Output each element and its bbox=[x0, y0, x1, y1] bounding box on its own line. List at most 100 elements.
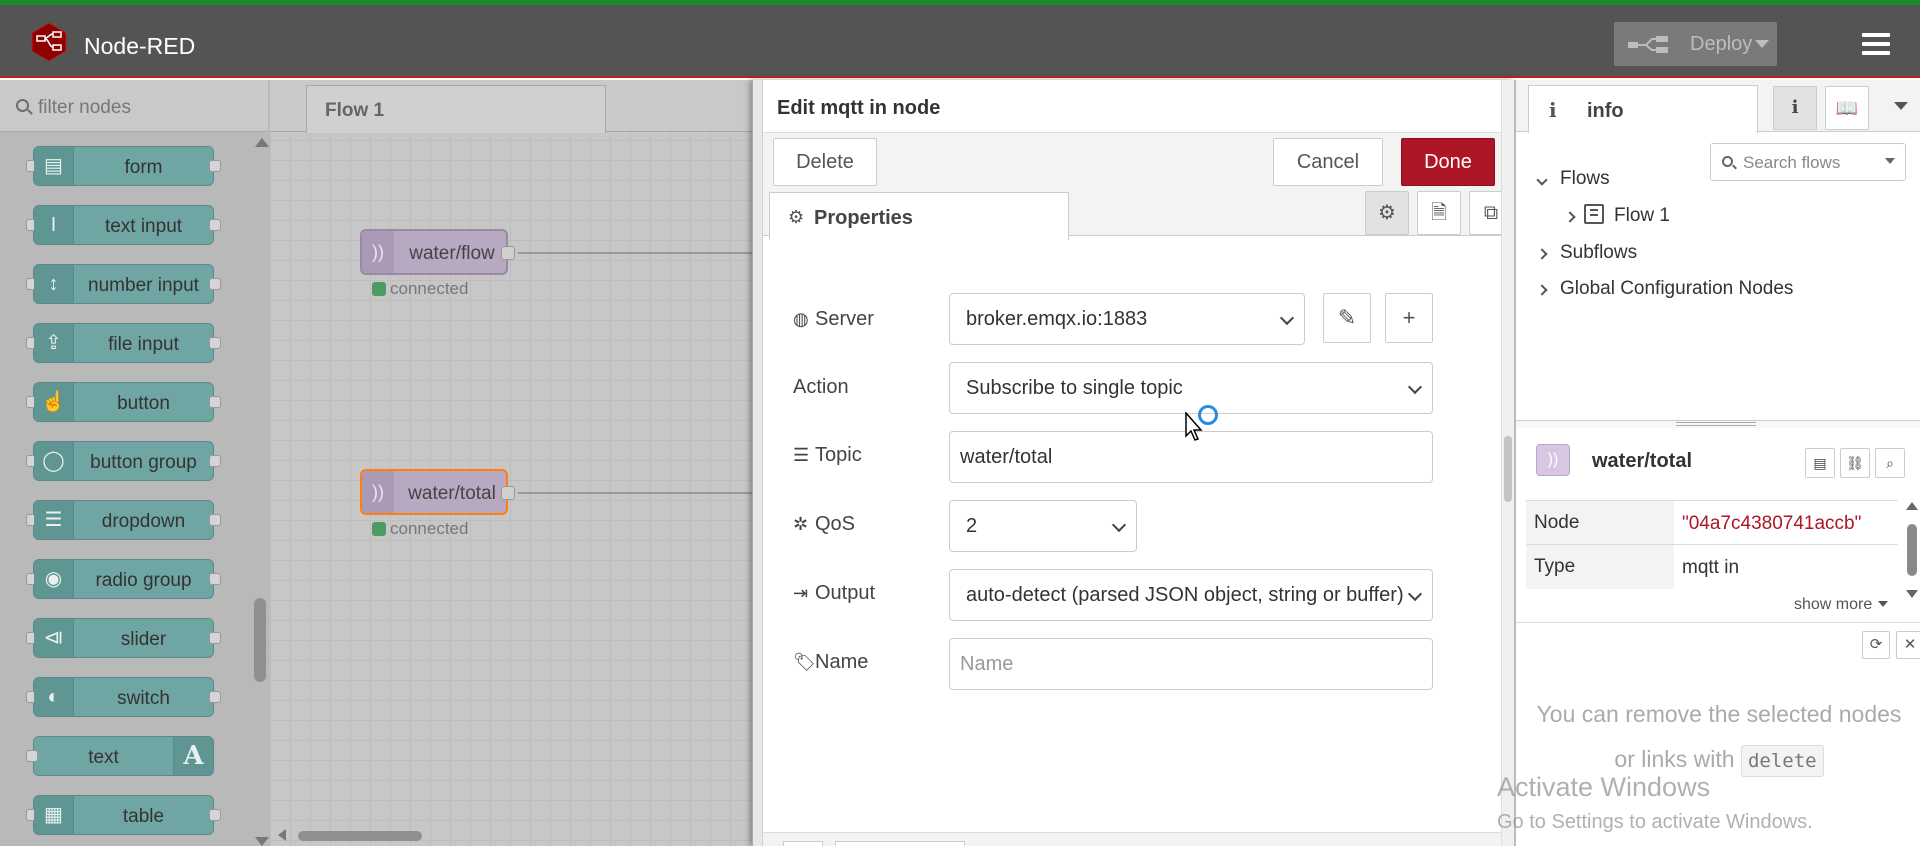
palette-node-switch[interactable]: ◐ switch bbox=[26, 677, 221, 717]
wire[interactable] bbox=[518, 252, 762, 254]
footer-button[interactable] bbox=[783, 841, 823, 846]
palette-node-label: file input bbox=[108, 334, 179, 355]
scroll-left-arrow-icon[interactable] bbox=[278, 829, 286, 841]
scroll-up-arrow-icon[interactable] bbox=[1906, 502, 1918, 510]
main-menu-hamburger-icon[interactable] bbox=[1862, 33, 1890, 55]
name-placeholder: Name bbox=[960, 653, 1014, 675]
server-select[interactable]: broker.emqx.io:1883 bbox=[949, 293, 1305, 345]
flow-node-label: water/flow bbox=[409, 243, 495, 264]
palette-node-table[interactable]: ▦ table bbox=[26, 795, 221, 835]
output-port[interactable] bbox=[501, 486, 515, 500]
property-value[interactable]: "04a7c4380741accb" bbox=[1682, 513, 1861, 535]
palette-node-dropdown[interactable]: ☰ dropdown bbox=[26, 500, 221, 540]
footer-button[interactable] bbox=[835, 841, 965, 846]
palette-node-text-input[interactable]: I text input bbox=[26, 205, 221, 245]
palette-node-number-input[interactable]: ↕ number input bbox=[26, 264, 221, 304]
sidebar-menu-caret-icon[interactable] bbox=[1894, 102, 1908, 110]
output-select[interactable]: auto-detect (parsed JSON object, string … bbox=[949, 569, 1433, 621]
palette-node-label: form bbox=[124, 157, 163, 178]
scroll-down-arrow-icon[interactable] bbox=[255, 837, 269, 846]
palette-search-bar[interactable]: filter nodes bbox=[0, 80, 268, 132]
sidebar-resize-handle[interactable] bbox=[1516, 420, 1920, 428]
qos-select[interactable]: 2 bbox=[949, 500, 1137, 552]
scroll-down-arrow-icon[interactable] bbox=[1906, 590, 1918, 598]
wire[interactable] bbox=[518, 492, 762, 494]
flow-workspace[interactable]: Flow 1 )) water/flow connected )) water/… bbox=[270, 80, 762, 846]
properties-scrollbar[interactable] bbox=[1904, 500, 1920, 598]
tree-item-subflows[interactable]: Subflows bbox=[1536, 242, 1637, 264]
tag-icon: 🏷 bbox=[793, 652, 816, 672]
chevron-right-icon[interactable] bbox=[1536, 248, 1548, 260]
flow-node-water-flow[interactable]: )) water/flow bbox=[360, 229, 515, 275]
show-help-book-icon[interactable]: ▤ bbox=[1805, 448, 1835, 478]
help-toolbar: ⟳ ✕ bbox=[1516, 622, 1920, 666]
link-icon[interactable]: ⛓ bbox=[1840, 448, 1870, 478]
mqtt-wave-icon: )) bbox=[362, 231, 394, 273]
info-tab-button-icon[interactable]: i bbox=[1773, 86, 1817, 130]
action-select[interactable]: Subscribe to single topic bbox=[949, 362, 1433, 414]
scrollbar-thumb[interactable] bbox=[1504, 436, 1512, 502]
chevron-down-icon[interactable] bbox=[1885, 158, 1895, 164]
deploy-button[interactable]: Deploy bbox=[1614, 22, 1777, 66]
done-button[interactable]: Done bbox=[1401, 138, 1495, 186]
palette-node-button-group[interactable]: ◯ button group bbox=[26, 441, 221, 481]
hand-pointer-icon: ☝ bbox=[34, 383, 74, 421]
description-document-icon[interactable]: 🗎 bbox=[1417, 191, 1461, 235]
mqtt-node-icon: )) bbox=[1536, 444, 1570, 476]
name-input[interactable]: Name bbox=[949, 638, 1433, 690]
deploy-icon bbox=[1628, 36, 1668, 53]
mqtt-wave-icon: )) bbox=[362, 471, 394, 513]
node-settings-gear-icon[interactable]: ⚙ bbox=[1365, 191, 1409, 235]
tab-flow-1[interactable]: Flow 1 bbox=[306, 85, 606, 133]
selected-node-title: water/total bbox=[1592, 450, 1693, 472]
tray-scrollbar[interactable] bbox=[1501, 80, 1515, 846]
chevron-right-icon[interactable] bbox=[1564, 211, 1576, 223]
scroll-up-arrow-icon[interactable] bbox=[255, 138, 269, 147]
tray-resize-edge[interactable] bbox=[753, 80, 763, 846]
palette-node-form[interactable]: ▤ form bbox=[26, 146, 221, 186]
output-port[interactable] bbox=[501, 246, 515, 260]
tip-text: You can remove the selected nodes or lin… bbox=[1526, 692, 1912, 784]
workspace-horizontal-scrollbar[interactable] bbox=[270, 826, 752, 846]
flow-node-label: water/total bbox=[408, 483, 496, 504]
palette-scrollbar[interactable] bbox=[254, 138, 269, 846]
delete-button[interactable]: Delete bbox=[773, 138, 877, 186]
action-label: Action bbox=[793, 376, 849, 398]
add-server-plus-icon[interactable]: + bbox=[1385, 293, 1433, 343]
palette-node-button[interactable]: ☝ button bbox=[26, 382, 221, 422]
status-text: connected bbox=[390, 279, 469, 298]
scrollbar-thumb[interactable] bbox=[1907, 524, 1917, 576]
search-icon[interactable]: ⌕ bbox=[1875, 448, 1905, 478]
output-port bbox=[209, 337, 221, 349]
help-book-icon[interactable]: 📖 bbox=[1825, 86, 1869, 130]
palette-node-label: text input bbox=[104, 216, 183, 237]
tree-item-flows[interactable]: Flows bbox=[1536, 168, 1610, 190]
scrollbar-thumb[interactable] bbox=[298, 831, 422, 841]
flow-node-water-total[interactable]: )) water/total bbox=[360, 469, 515, 515]
palette-node-radio-group[interactable]: ◉ radio group bbox=[26, 559, 221, 599]
cancel-button[interactable]: Cancel bbox=[1273, 138, 1383, 186]
tab-info[interactable]: i info bbox=[1528, 85, 1758, 133]
tree-item-flow-1[interactable]: Flow 1 bbox=[1564, 204, 1670, 227]
palette-search-input[interactable]: filter nodes bbox=[38, 97, 131, 119]
status-dot-icon bbox=[372, 522, 386, 536]
show-more-link[interactable]: show more bbox=[1794, 596, 1888, 614]
palette-node-text[interactable]: text A bbox=[26, 736, 214, 776]
output-port bbox=[209, 632, 221, 644]
palette-node-slider[interactable]: ⧏ slider bbox=[26, 618, 221, 658]
chevron-down-icon[interactable] bbox=[1536, 174, 1548, 186]
edit-server-pencil-icon[interactable]: ✎ bbox=[1323, 293, 1371, 343]
server-label: ◍ Server bbox=[793, 308, 874, 330]
palette-node-file-input[interactable]: ⇪ file input bbox=[26, 323, 221, 363]
name-label: 🏷Name bbox=[793, 651, 869, 673]
chevron-right-icon[interactable] bbox=[1536, 284, 1548, 296]
scrollbar-thumb[interactable] bbox=[254, 598, 266, 682]
close-icon[interactable]: ✕ bbox=[1896, 631, 1920, 659]
property-key: Type bbox=[1526, 545, 1674, 589]
deploy-dropdown-caret-icon[interactable] bbox=[1745, 32, 1769, 56]
search-flows-input[interactable]: Search flows bbox=[1710, 143, 1906, 181]
refresh-icon[interactable]: ⟳ bbox=[1862, 631, 1890, 659]
tab-properties[interactable]: ⚙ Properties bbox=[769, 192, 1069, 240]
palette-node-label: slider bbox=[120, 629, 167, 650]
tree-item-global-config-nodes[interactable]: Global Configuration Nodes bbox=[1536, 278, 1793, 300]
